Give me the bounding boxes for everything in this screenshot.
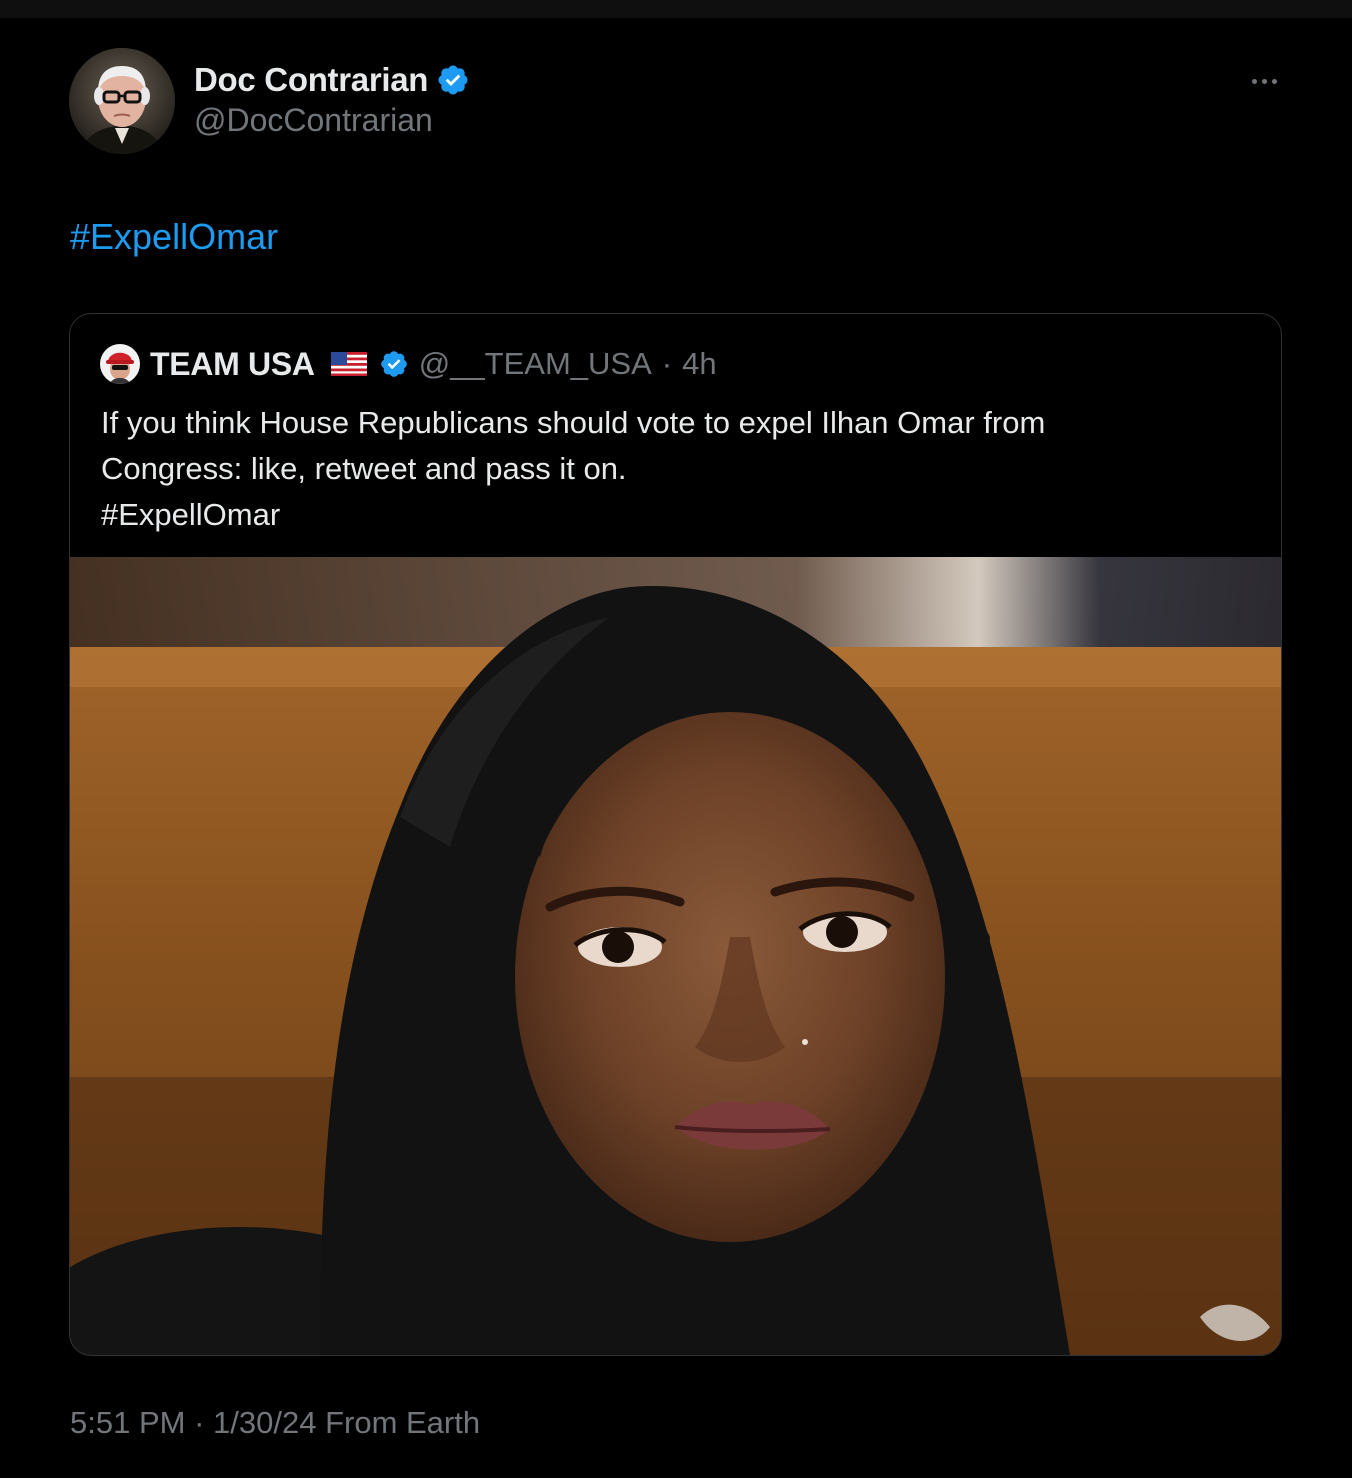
more-dot [1251, 78, 1257, 84]
tweet-source: From Earth [316, 1405, 481, 1440]
author-name-row[interactable]: Doc Contrarian [194, 58, 470, 102]
verified-badge-icon [380, 351, 407, 377]
more-dot [1261, 78, 1267, 84]
us-flag-icon [330, 352, 367, 376]
tweet-time[interactable]: 5:51 PM [70, 1405, 185, 1441]
tweet-date[interactable]: 1/30/24 [213, 1405, 316, 1441]
quoted-author-handle[interactable]: @__TEAM_USA [419, 346, 652, 382]
author-handle[interactable]: @DocContrarian [194, 102, 433, 139]
quoted-text-line: If you think House Republicans should vo… [101, 405, 1046, 440]
quoted-tweet-photo[interactable] [70, 557, 1281, 1355]
quoted-separator: · [661, 346, 673, 381]
quoted-tweet-card[interactable]: TEAM USA @__TEAM_USA · 4h If you think Hou… [69, 313, 1282, 1356]
meta-separator: · [185, 1405, 214, 1440]
more-dot [1271, 78, 1277, 84]
author-name[interactable]: Doc Contrarian [194, 61, 428, 99]
top-status-strip [0, 0, 1352, 18]
quoted-timestamp[interactable]: 4h [682, 346, 716, 382]
author-avatar[interactable] [69, 48, 175, 154]
tweet-meta: 5:51 PM · 1/30/24 From Earth [70, 1405, 480, 1441]
quoted-tweet-text: If you think House Republicans should vo… [101, 400, 1251, 538]
verified-badge-icon [438, 65, 468, 95]
quoted-text-line: Congress: like, retweet and pass it on. [101, 451, 627, 486]
more-options-icon[interactable] [1244, 66, 1284, 96]
quoted-author-name[interactable]: TEAM USA [150, 346, 315, 383]
quoted-tweet-header: TEAM USA @__TEAM_USA · 4h [100, 342, 717, 386]
quoted-hashtag: #ExpellOmar [101, 497, 281, 532]
tweet-hashtag-link[interactable]: #ExpellOmar [70, 216, 278, 258]
quoted-author-avatar[interactable] [100, 344, 140, 384]
